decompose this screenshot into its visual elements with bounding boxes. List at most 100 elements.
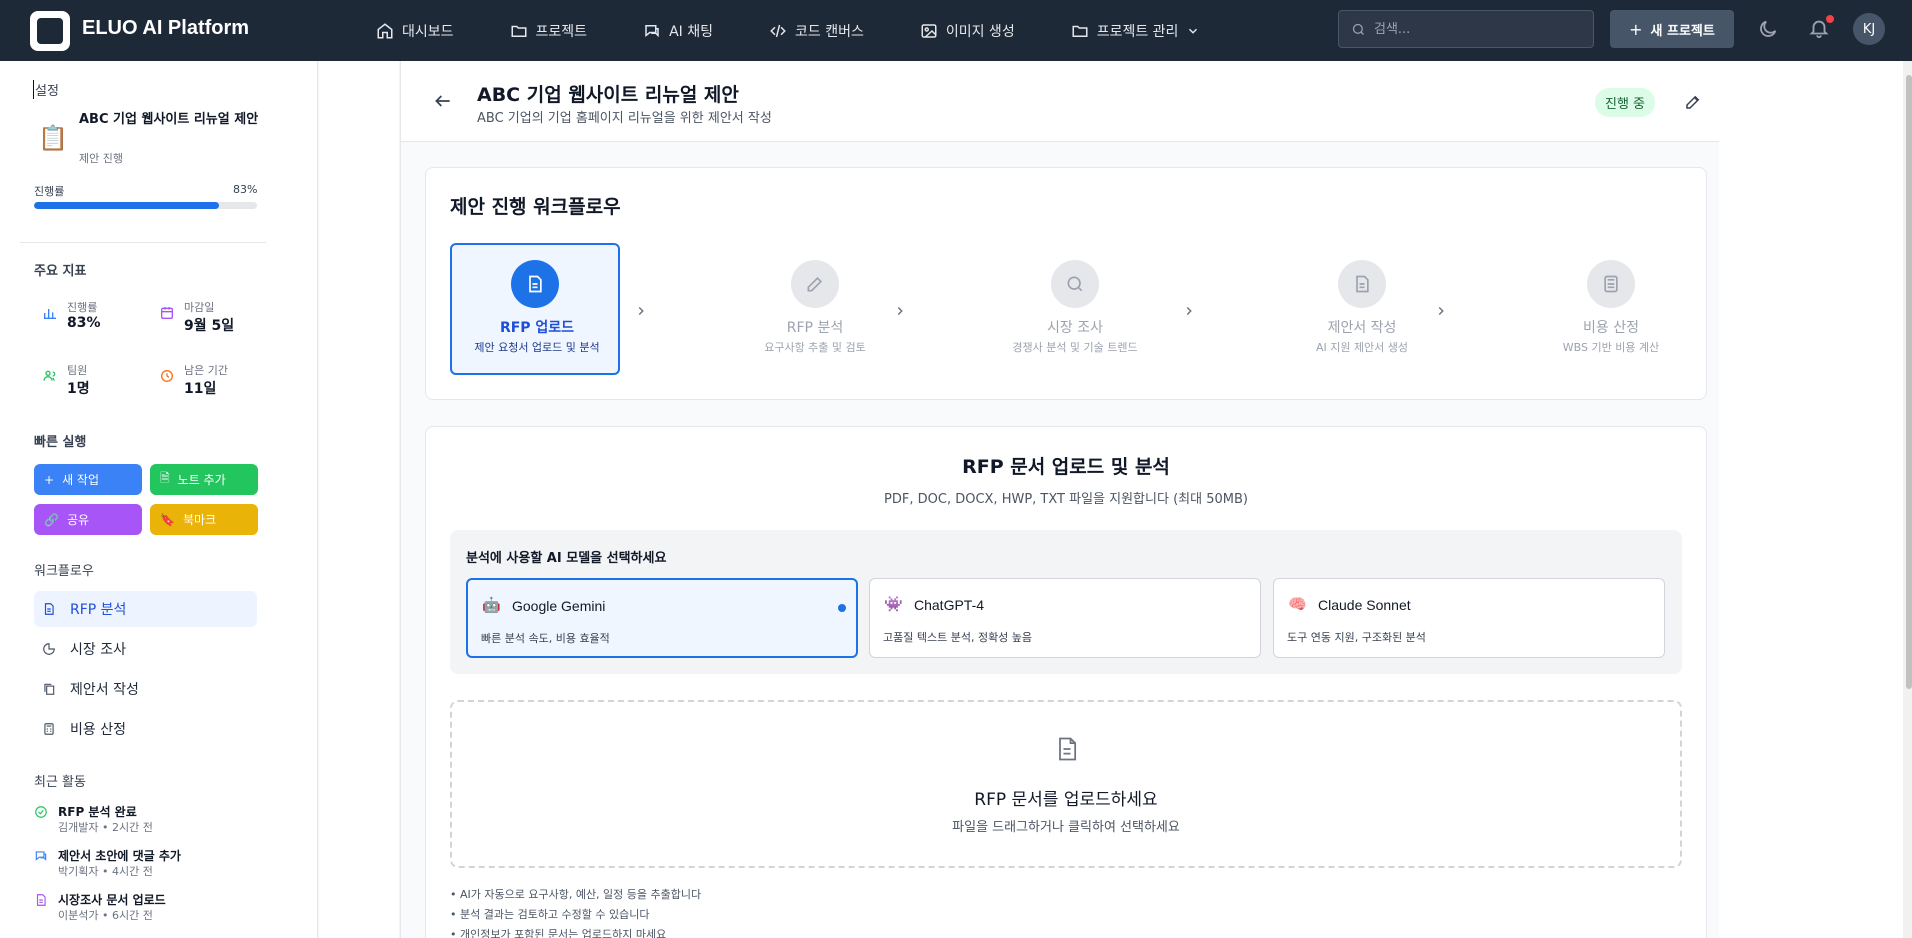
folder-icon [1072, 25, 1088, 37]
clipboard-icon: 📋 [38, 124, 68, 152]
copy-icon [44, 683, 55, 695]
calculator-icon [1604, 275, 1618, 293]
model-option-claude[interactable]: 🧠 Claude Sonnet 도구 연동 지원, 구조화된 분석 [1273, 578, 1665, 658]
model-option-chatgpt[interactable]: 👾 ChatGPT-4 고품질 텍스트 분석, 정확성 높음 [869, 578, 1261, 658]
nav-item-project-mgmt[interactable]: 프로젝트 관리 [1071, 21, 1201, 41]
nav-item-ai-chat[interactable]: AI 채팅 [643, 21, 713, 41]
model-selector: 분석에 사용할 AI 모델을 선택하세요 🤖 Google Gemini 빠른 … [450, 530, 1682, 674]
upload-note: • 분석 결과는 검토하고 수정할 수 있습니다 [450, 908, 650, 921]
new-project-label: 새 프로젝트 [1650, 23, 1715, 39]
gemini-icon: 🤖 [482, 596, 501, 614]
metric-value: 83% [67, 315, 101, 331]
step-name: RFP 분석 [786, 320, 844, 336]
upload-title: RFP 문서 업로드 및 분석 [962, 456, 1170, 478]
sidebar: 설정 📋 ABC 기업 웹사이트 리뉴얼 제안 제안 진행 진행률 83% 주요… [0, 61, 318, 938]
share-button[interactable]: 🔗 공유 [34, 504, 142, 535]
step-rfp-upload[interactable]: RFP 업로드 제안 요청서 업로드 및 분석 [450, 243, 620, 375]
add-note-button[interactable]: 🗎 노트 추가 [150, 464, 258, 495]
activity-meta: 이분석가 • 6시간 전 [58, 909, 153, 922]
calendar-icon [161, 307, 173, 319]
chevron-right-icon [897, 306, 903, 316]
step-name: 제안서 작성 [1327, 320, 1397, 336]
step-rfp-analysis[interactable]: RFP 분석 요구사항 추출 및 검토 [730, 243, 900, 375]
metrics-title: 주요 지표 [34, 264, 87, 279]
app-title[interactable]: ELUO AI Platform [82, 17, 249, 40]
pencil-icon[interactable] [1684, 93, 1702, 111]
workflow-title: 워크플로우 [34, 564, 94, 579]
nav-item-code-canvas[interactable]: 코드 캔버스 [769, 21, 864, 41]
top-nav: ELUO AI Platform 대시보드 프로젝트 AI 채팅 코드 캔버스 … [0, 0, 1912, 61]
step-name: RFP 업로드 [499, 320, 575, 336]
activity-meta: 김개발자 • 2시간 전 [58, 821, 153, 834]
clock-icon [161, 370, 173, 382]
nav-item-dashboard[interactable]: 대시보드 [376, 21, 454, 41]
nav-item-image-gen[interactable]: 이미지 생성 [920, 21, 1015, 41]
new-task-button[interactable]: + 새 작업 [34, 464, 142, 495]
new-project-button[interactable]: + 새 프로젝트 [1610, 10, 1734, 48]
sidebar-item-rfp-analysis[interactable]: RFP 분석 [34, 591, 257, 627]
sidebar-item-proposal[interactable]: 제안서 작성 [34, 671, 257, 707]
document-icon [44, 603, 54, 615]
plus-icon: + [44, 472, 55, 487]
folder-icon [511, 25, 527, 37]
arrow-left-icon[interactable] [433, 91, 453, 111]
dropzone-subtitle: 파일을 드래그하거나 클릭하여 선택하세요 [952, 820, 1180, 835]
metric-label: 남은 기간 [184, 364, 228, 377]
main-content: 제안 진행 워크플로우 RFP 업로드 제안 요청서 업로드 및 분석 RFP … [400, 142, 1719, 938]
step-circle [511, 260, 559, 308]
avatar[interactable]: KJ [1853, 13, 1885, 45]
file-icon [1059, 737, 1077, 761]
step-cost[interactable]: 비용 산정 WBS 기반 비용 계산 [1526, 243, 1696, 375]
step-proposal[interactable]: 제안서 작성 AI 지원 제안서 생성 [1277, 243, 1447, 375]
search-icon [1352, 23, 1364, 35]
bookmark-button[interactable]: 🔖 북마크 [150, 504, 258, 535]
file-dropzone[interactable]: RFP 문서를 업로드하세요 파일을 드래그하거나 클릭하여 선택하세요 [450, 700, 1682, 868]
upload-card: RFP 문서 업로드 및 분석 PDF, DOC, DOCX, HWP, TXT… [425, 426, 1707, 938]
search-input[interactable] [1374, 21, 1574, 37]
metric-value: 1명 [67, 381, 90, 397]
upload-note: • AI가 자동으로 요구사항, 예산, 일정 등을 추출합니다 [450, 888, 702, 901]
document-icon [36, 894, 46, 906]
model-name: Google Gemini [512, 598, 606, 614]
home-icon [377, 22, 393, 38]
moon-icon[interactable] [1757, 18, 1779, 40]
pencil-icon [807, 276, 823, 292]
scrollbar-thumb[interactable] [1906, 75, 1912, 689]
metric-label: 진행률 [67, 301, 98, 314]
step-name: 시장 조사 [1047, 320, 1103, 336]
activity-title: 시장조사 문서 업로드 [58, 893, 166, 907]
settings-label[interactable]: 설정 [33, 80, 59, 99]
model-desc: 도구 연동 지원, 구조화된 분석 [1287, 631, 1426, 644]
model-option-gemini[interactable]: 🤖 Google Gemini 빠른 분석 속도, 비용 효율적 [466, 578, 858, 658]
model-name: Claude Sonnet [1318, 597, 1411, 613]
brain-icon: 🧠 [1288, 595, 1307, 613]
nav-item-projects[interactable]: 프로젝트 [510, 21, 588, 41]
progress-bar [34, 202, 257, 209]
activity-title: 제안서 초안에 댓글 추가 [58, 849, 181, 863]
pie-chart-icon [43, 643, 55, 655]
chevron-down-icon [1189, 28, 1198, 34]
nav-item-label: 프로젝트 관리 [1096, 23, 1179, 40]
logo-icon[interactable] [30, 11, 70, 51]
chevron-right-icon [1438, 306, 1444, 316]
step-circle [1338, 260, 1386, 308]
sidebar-item-cost[interactable]: 비용 산정 [34, 711, 257, 747]
quick-action-label: 북마크 [182, 513, 217, 527]
step-market-research[interactable]: 시장 조사 경쟁사 분석 및 기술 트렌드 [990, 243, 1160, 375]
model-desc: 고품질 텍스트 분석, 정확성 높음 [883, 631, 1033, 644]
document-icon [529, 275, 542, 293]
users-icon [43, 370, 56, 381]
nav-item-label: 이미지 생성 [945, 23, 1015, 40]
divider [20, 242, 266, 243]
activity-meta: 박기획자 • 4시간 전 [58, 865, 153, 878]
step-desc: 요구사항 추출 및 검토 [764, 341, 866, 354]
model-name: ChatGPT-4 [914, 597, 985, 613]
nav-item-label: 프로젝트 [535, 23, 588, 40]
metric-value: 11일 [184, 381, 217, 397]
check-circle-icon [35, 806, 47, 818]
search-box[interactable] [1338, 10, 1594, 48]
step-name: 비용 산정 [1583, 320, 1639, 336]
selected-indicator [838, 604, 846, 612]
sidebar-item-market-research[interactable]: 시장 조사 [34, 631, 257, 667]
workflow-card: 제안 진행 워크플로우 RFP 업로드 제안 요청서 업로드 및 분석 RFP … [425, 167, 1707, 400]
